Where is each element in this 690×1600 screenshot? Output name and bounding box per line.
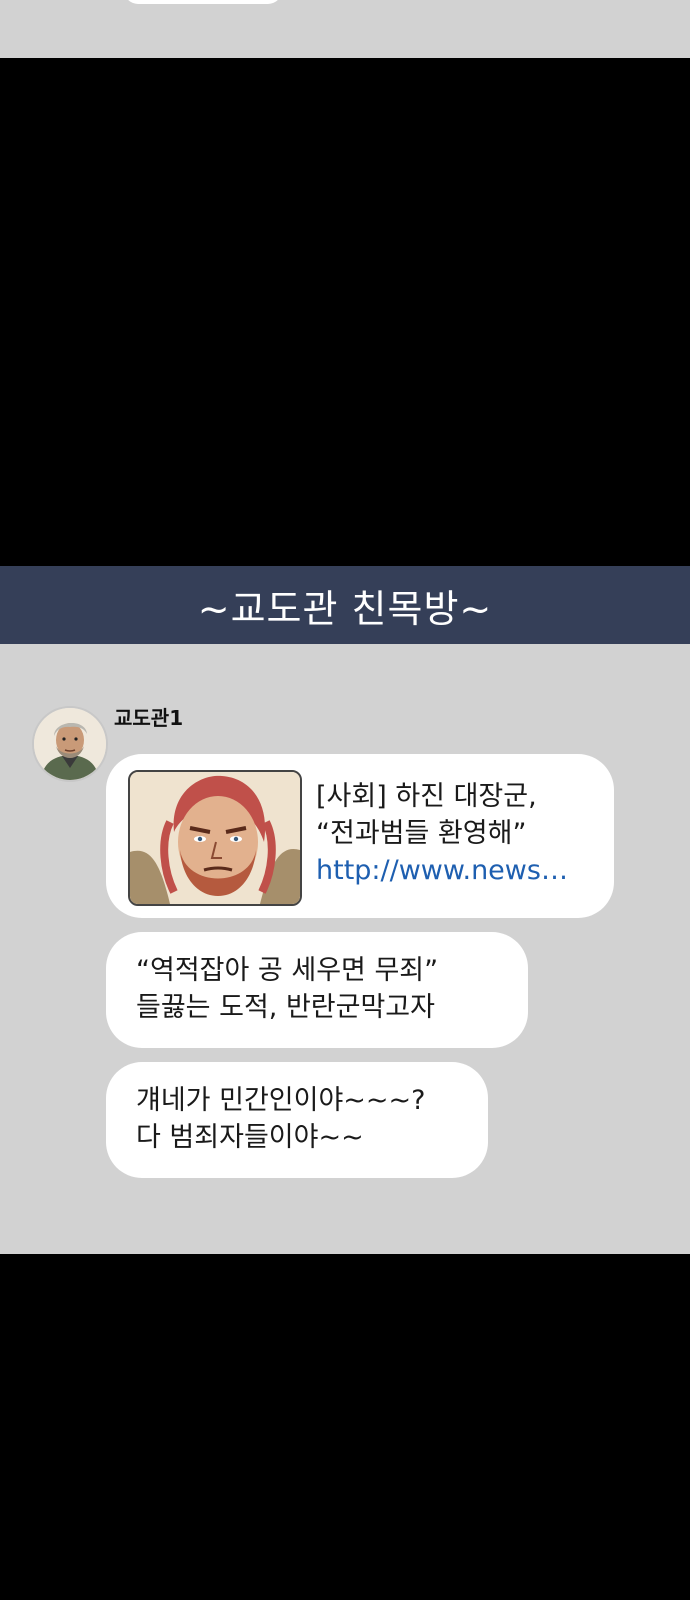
previous-chat-panel <box>0 0 690 58</box>
link-url[interactable]: http://www.news… <box>316 852 606 889</box>
chat-room-header: ~교도관 친목방~ <box>0 566 690 644</box>
panel-gap <box>0 1254 690 1600</box>
link-title-line2: “전과범들 환영해” <box>316 818 527 849</box>
message-line: “역적잡아 공 세우면 무죄” <box>136 955 439 986</box>
link-title-line1: [사회] 하진 대장군, <box>316 781 537 812</box>
text-message-bubble[interactable]: “역적잡아 공 세우면 무죄” 들끓는 도적, 반란군막고자 <box>106 932 528 1048</box>
sender-name: 교도관1 <box>114 706 184 730</box>
character-portrait-thumbnail <box>130 772 300 904</box>
chat-body: 교도관1 [사회] 하진 대장군, “전과범들 환영해” http://www.… <box>0 644 690 1254</box>
sender-avatar-icon[interactable] <box>32 706 108 782</box>
previous-message-bubble <box>124 0 282 4</box>
link-message-bubble[interactable]: [사회] 하진 대장군, “전과범들 환영해” http://www.news… <box>106 754 614 918</box>
person-avatar-icon <box>34 708 106 780</box>
message-line: 다 범죄자들이야~~ <box>136 1122 364 1153</box>
message-line: 걔네가 민간인이야~~~? <box>136 1085 426 1116</box>
message-line: 들끓는 도적, 반란군막고자 <box>136 992 435 1023</box>
link-thumbnail-image[interactable] <box>128 770 302 906</box>
chat-room-title: ~교도관 친목방~ <box>197 586 493 631</box>
text-message-bubble[interactable]: 걔네가 민간인이야~~~? 다 범죄자들이야~~ <box>106 1062 488 1178</box>
panel-gap <box>0 58 690 566</box>
link-preview-text[interactable]: [사회] 하진 대장군, “전과범들 환영해” http://www.news… <box>316 778 606 889</box>
